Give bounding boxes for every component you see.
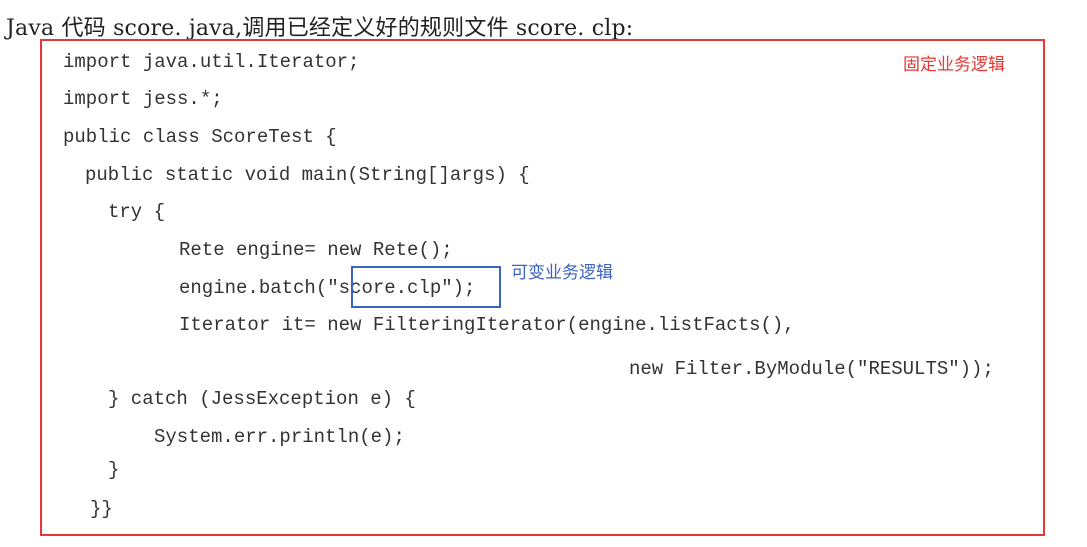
variable-logic-label: 可变业务逻辑 (511, 263, 613, 283)
code-line-3: public class ScoreTest { (63, 126, 337, 148)
section-heading: Java 代码 score. java,调用已经定义好的规则文件 score. … (6, 16, 634, 41)
code-line-12: } (108, 459, 120, 481)
code-line-6: Rete engine= new Rete(); (179, 239, 453, 261)
code-line-2: import jess.*; (63, 88, 223, 110)
code-line-9: new Filter.ByModule("RESULTS")); (629, 358, 994, 380)
code-line-10: } catch (JessException e) { (108, 388, 416, 410)
code-line-4: public static void main(String[]args) { (85, 164, 530, 186)
code-line-11: System.err.println(e); (154, 426, 405, 448)
fixed-logic-label: 固定业务逻辑 (903, 55, 1005, 75)
document-page: Java 代码 score. java,调用已经定义好的规则文件 score. … (0, 0, 1087, 547)
code-line-1: import java.util.Iterator; (63, 51, 360, 73)
code-line-8: Iterator it= new FilteringIterator(engin… (179, 314, 795, 336)
code-line-13: }} (90, 498, 113, 520)
code-line-7-prefix: engine.batch( (179, 277, 328, 299)
code-line-5: try { (108, 201, 166, 223)
variable-logic-frame (351, 266, 501, 308)
